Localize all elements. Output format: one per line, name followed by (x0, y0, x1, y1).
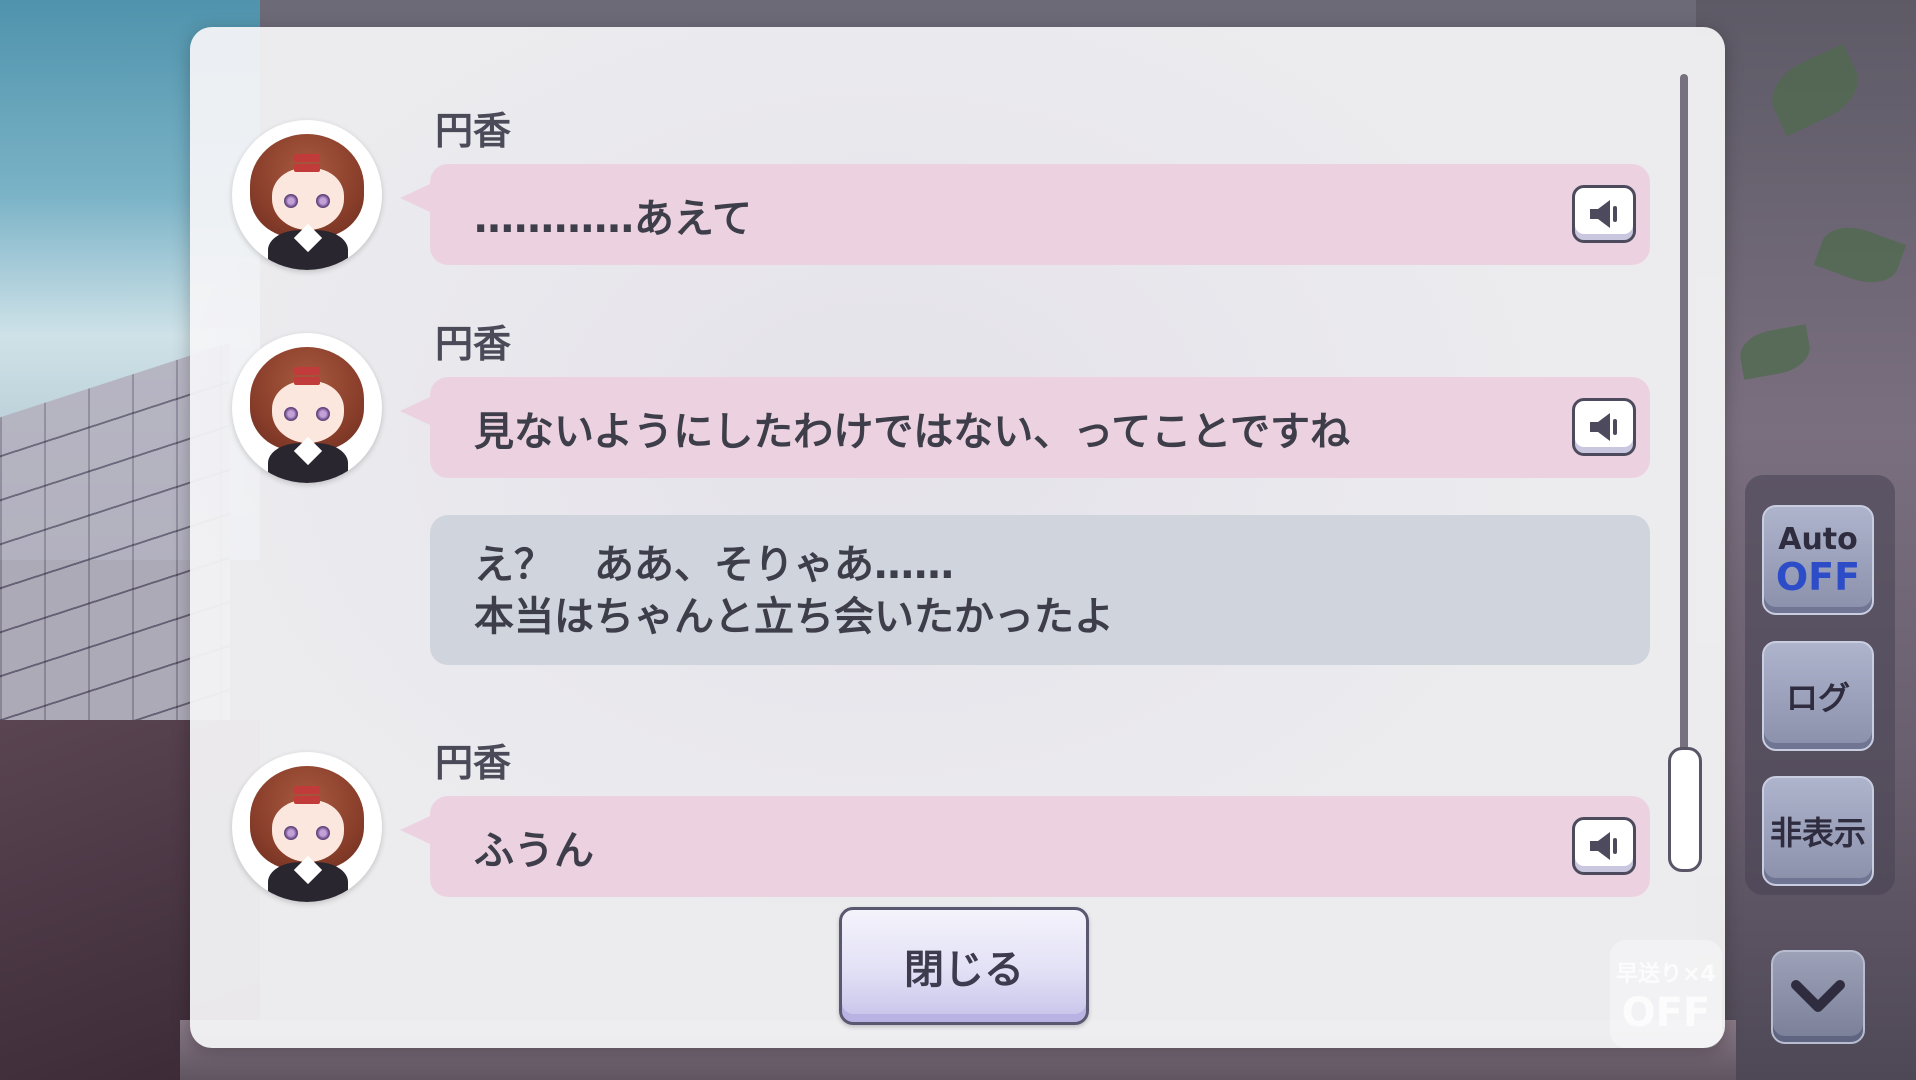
character-avatar (232, 752, 382, 902)
dialogue-bubble: 見ないようにしたわけではない、ってことですね (400, 377, 1650, 478)
character-avatar (232, 333, 382, 483)
log-scrollbar-thumb[interactable] (1668, 747, 1702, 872)
dialogue-bubble: …………あえて (400, 164, 1650, 265)
narration-bubble: え？ ああ、そりゃあ…… 本当はちゃんと立ち会いたかったよ (430, 515, 1650, 665)
scroll-down-button[interactable] (1771, 950, 1865, 1044)
voice-replay-button[interactable] (1572, 817, 1636, 875)
auto-label: Auto (1778, 522, 1858, 557)
log-button-label: ログ (1785, 679, 1850, 717)
voice-replay-button[interactable] (1572, 398, 1636, 456)
narration-line: え？ ああ、そりゃあ…… (474, 542, 954, 588)
narration-line: 本当はちゃんと立ち会いたかったよ (474, 594, 1114, 640)
dialogue-text: …………あえて (474, 195, 752, 242)
fast-forward-label: 早送り×4 (1616, 962, 1716, 987)
speaker-name: 円香 (435, 741, 512, 785)
speaker-icon (1590, 832, 1617, 860)
auto-button[interactable]: Auto OFF (1762, 505, 1874, 615)
fast-forward-button[interactable]: 早送り×4 OFF (1610, 940, 1722, 1048)
dialogue-bubble: ふうん (400, 796, 1650, 897)
log-button[interactable]: ログ (1762, 641, 1874, 751)
speaker-icon (1590, 413, 1617, 441)
speaker-icon (1590, 200, 1617, 228)
voice-replay-button[interactable] (1572, 185, 1636, 243)
chevron-down-icon (1791, 980, 1845, 1012)
close-button[interactable]: 閉じる (839, 907, 1089, 1025)
hide-ui-button[interactable]: 非表示 (1762, 776, 1874, 886)
dialogue-log-panel: 円香 …………あえて 円香 見ないようにしたわけではない、ってことですね え？ … (190, 27, 1725, 1048)
hide-ui-button-label: 非表示 (1769, 814, 1866, 852)
auto-state: OFF (1775, 555, 1861, 599)
speaker-name: 円香 (435, 109, 512, 153)
dialogue-text: 見ないようにしたわけではない、ってことですね (474, 408, 1350, 455)
dialogue-text: ふうん (474, 827, 594, 874)
fast-forward-state: OFF (1621, 990, 1711, 1036)
character-avatar (232, 120, 382, 270)
log-scrollbar-track[interactable] (1680, 74, 1688, 864)
speaker-name: 円香 (435, 322, 512, 366)
